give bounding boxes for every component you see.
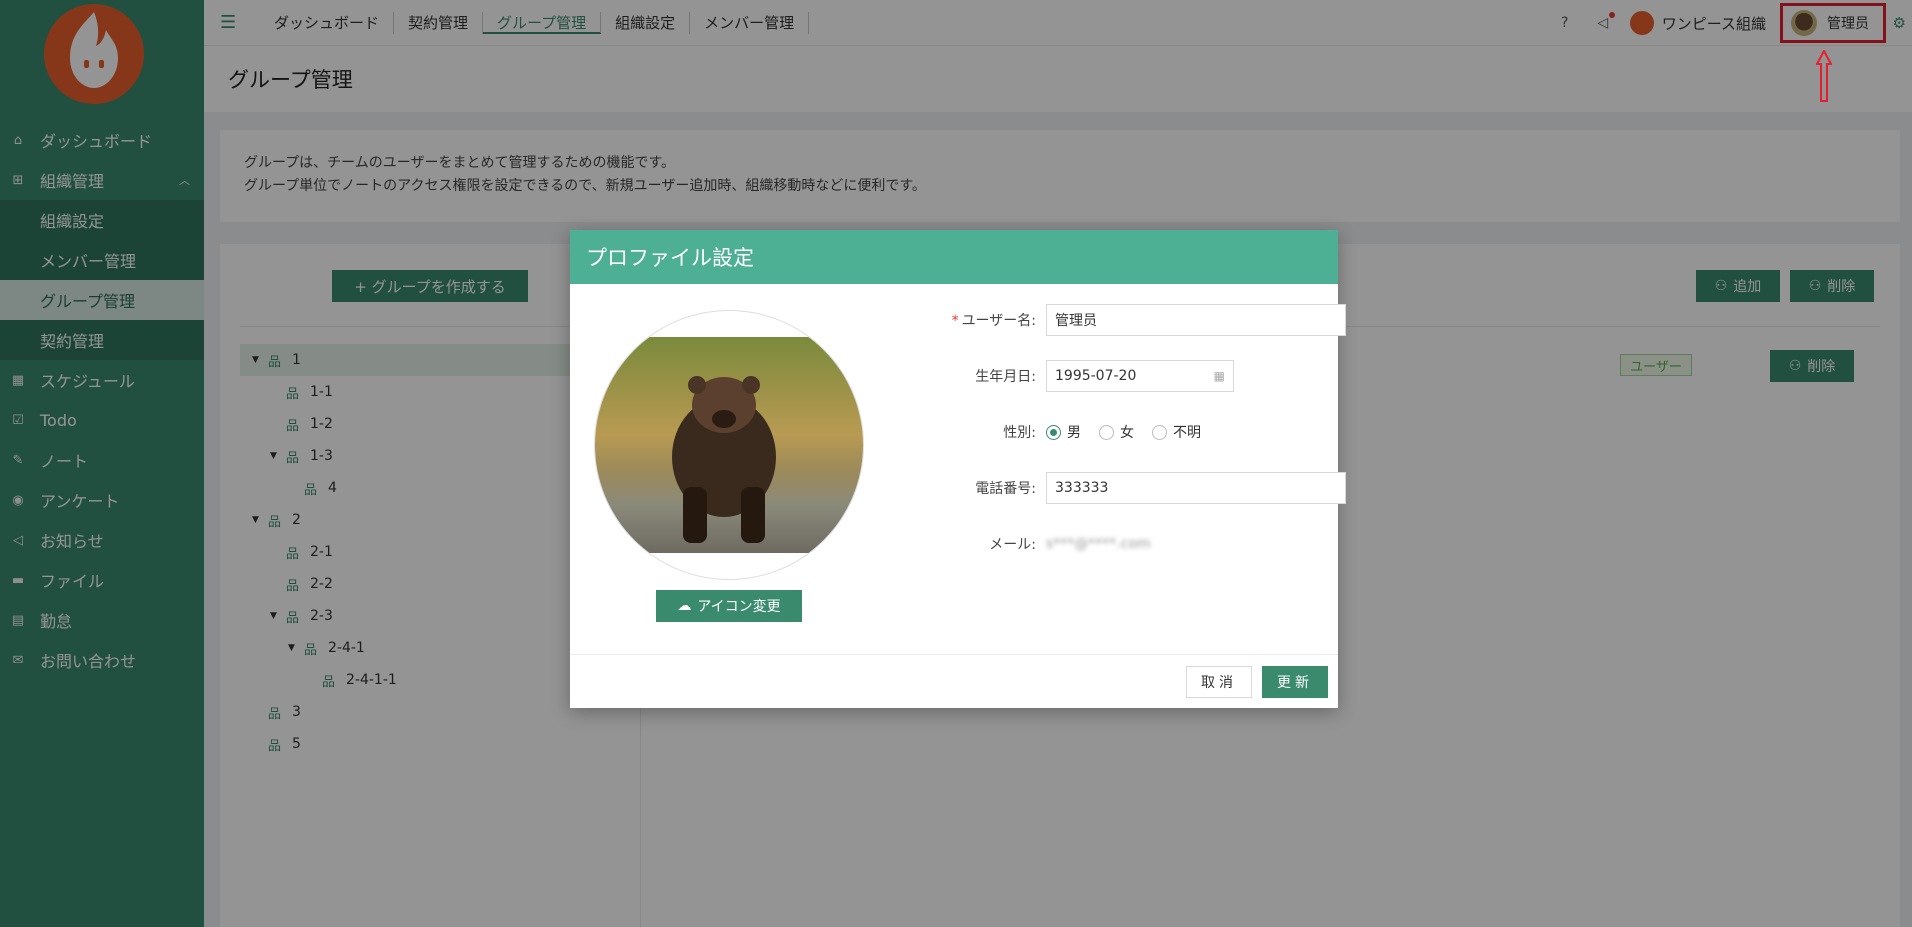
birthday-input[interactable]: 1995-07-20 ▦ xyxy=(1046,360,1234,392)
email-row: メール: s***@****.com xyxy=(860,528,1151,560)
phone-input[interactable]: 333333 xyxy=(1046,472,1346,504)
email-label: メール: xyxy=(989,537,1036,553)
bear-image-icon xyxy=(672,376,776,543)
update-button[interactable]: 更新 xyxy=(1262,666,1328,698)
upload-cloud-icon: ☁ xyxy=(677,598,692,614)
gender-radio-unknown[interactable]: 不明 xyxy=(1152,422,1201,442)
annotation-arrow-icon xyxy=(1816,50,1832,102)
profile-photo-image xyxy=(595,337,863,553)
calendar-icon: ▦ xyxy=(1213,369,1225,383)
gender-row: 性別: 男 女 不明 xyxy=(860,416,1219,448)
gender-radio-female[interactable]: 女 xyxy=(1099,422,1134,442)
username-row: * ユーザー名: 管理员 xyxy=(860,304,1346,336)
email-value: s***@****.com xyxy=(1046,536,1151,552)
username-input[interactable]: 管理员 xyxy=(1046,304,1346,336)
username-label: ユーザー名: xyxy=(961,313,1036,329)
phone-label: 電話番号: xyxy=(975,481,1036,497)
gender-label: 性別: xyxy=(1003,425,1036,441)
gender-radio-male[interactable]: 男 xyxy=(1046,422,1081,442)
required-mark: * xyxy=(951,313,959,329)
birthday-row: 生年月日: 1995-07-20 ▦ xyxy=(860,360,1234,392)
change-icon-button[interactable]: ☁ アイコン変更 xyxy=(656,590,802,622)
cancel-button[interactable]: 取消 xyxy=(1186,666,1252,698)
profile-settings-modal: プロファイル設定 ☁ アイコン変更 * ユーザー名: 管理员 生年月日: 1995-… xyxy=(570,230,1346,708)
profile-photo xyxy=(594,310,864,580)
phone-row: 電話番号: 333333 xyxy=(860,472,1346,504)
modal-title: プロファイル設定 xyxy=(570,230,1338,284)
birthday-label: 生年月日: xyxy=(975,369,1036,385)
modal-footer-divider xyxy=(570,654,1338,655)
